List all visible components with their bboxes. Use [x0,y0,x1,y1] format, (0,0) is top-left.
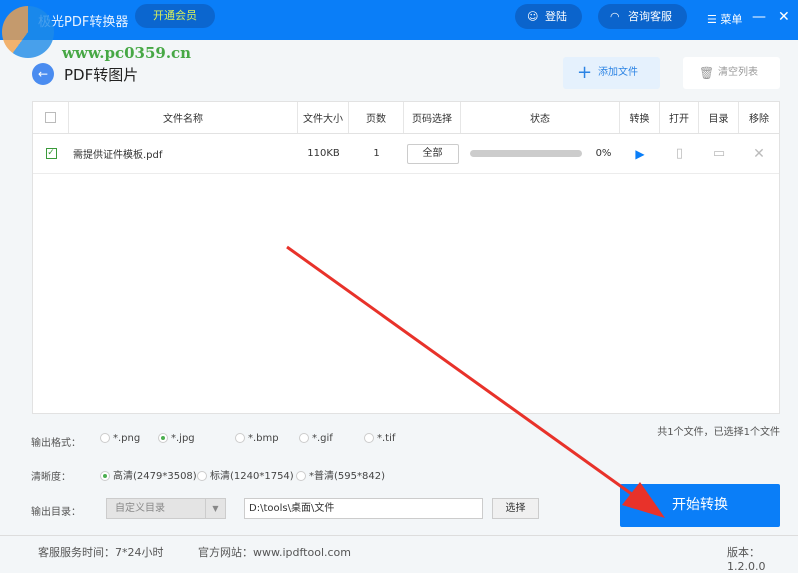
output-mode-select[interactable]: 自定义目录 ▼ [106,498,226,519]
file-name: 需提供证件模板.pdf [73,150,163,161]
clear-list-button[interactable]: 🗑 清空列表 [683,57,780,89]
col-status: 状态 [461,102,620,133]
option-label: *.tif [377,433,396,444]
user-icon: ☺ [527,10,539,23]
quality-option[interactable]: 标清(1240*1754) [197,467,294,482]
title-bar: 极光PDF转换器 开通会员 ☺ 登陆 ◠ 咨询客服 ☰ 菜单 — ✕ [0,0,798,40]
radio-button[interactable] [296,471,306,481]
progress-text: 0% [595,148,612,159]
watermark-logo [2,6,54,58]
add-file-button[interactable]: + 添加文件 [563,57,660,89]
option-label: *.bmp [248,433,279,444]
radio-button[interactable] [100,471,110,481]
quality-option[interactable]: *普清(595*842) [296,467,385,482]
file-count: 共1个文件，已选择1个文件 [657,427,780,438]
menu-icon: ☰ [707,13,721,26]
support-label: 咨询客服 [628,10,672,23]
file-table: 文件名称 文件大小 页数 页码选择 状态 转换 打开 目录 移除 ✓ 需提供证件… [32,101,780,414]
minimize-button[interactable]: — [752,9,766,25]
row-checkbox[interactable]: ✓ [45,148,57,159]
back-button[interactable]: ← [32,63,54,85]
start-convert-button[interactable]: 开始转换 [620,484,780,527]
choose-button[interactable]: 选择 [492,498,539,519]
website: 官方网站：www.ipdftool.com [198,546,351,559]
menu-button[interactable]: ☰ 菜单 [707,11,742,27]
trash-icon: 🗑 [699,66,715,80]
radio-button[interactable] [299,433,309,443]
play-icon[interactable]: ▶ [620,134,660,173]
format-label: 输出格式： [31,438,81,449]
col-open: 打开 [660,102,699,133]
option-label: *.png [113,433,141,444]
chevron-down-icon: ▼ [205,499,225,518]
vip-button[interactable]: 开通会员 [135,4,215,28]
col-folder: 目录 [699,102,739,133]
support-button[interactable]: ◠ 咨询客服 [598,4,687,29]
page-count: 1 [373,148,380,159]
folder-icon[interactable]: ▭ [699,134,739,173]
format-option[interactable]: *.bmp [235,433,279,444]
watermark-text: www.pc0359.cn [62,44,192,62]
remove-icon[interactable]: ✕ [739,134,779,173]
option-label: 高清(2479*3508) [113,471,197,482]
table-row: ✓ 需提供证件模板.pdf 110KB 1 全部 0% ▶ ▯ ▭ ✕ [33,134,779,174]
radio-button[interactable] [100,433,110,443]
radio-button[interactable] [235,433,245,443]
version: 版本：1.2.0.0 [727,546,766,573]
radio-button[interactable] [364,433,374,443]
option-label: *普清(595*842) [309,471,385,482]
format-option[interactable]: *.tif [364,433,395,444]
col-remove: 移除 [749,114,769,125]
service-hours: 客服服务时间：7*24小时 [38,546,164,559]
radio-button[interactable] [158,433,168,443]
add-file-label: 添加文件 [598,67,638,78]
radio-button[interactable] [197,471,207,481]
option-label: *.gif [312,433,333,444]
file-size: 110KB [307,148,340,159]
login-button[interactable]: ☺ 登陆 [515,4,582,29]
output-mode-value: 自定义目录 [115,503,165,514]
format-option[interactable]: *.gif [299,433,333,444]
close-button[interactable]: ✕ [778,9,790,25]
login-label: 登陆 [545,10,567,23]
headset-icon: ◠ [610,10,620,23]
format-option[interactable]: *.jpg [158,433,195,444]
output-label: 输出目录： [31,507,81,518]
open-file-icon[interactable]: ▯ [660,134,699,173]
format-option[interactable]: *.png [100,433,140,444]
page-title: PDF转图片 [64,66,139,84]
col-size: 文件大小 [298,102,349,133]
option-label: 标清(1240*1754) [210,471,294,482]
select-all-checkbox[interactable] [45,112,56,123]
col-page-select: 页码选择 [404,102,461,133]
footer: 客服服务时间：7*24小时 官方网站：www.ipdftool.com 版本：1… [0,535,798,573]
plus-icon: + [577,62,593,83]
quality-label: 清晰度： [31,472,71,483]
output-path-input[interactable]: D:\tools\桌面\文件 [244,498,483,519]
page-select-button[interactable]: 全部 [406,143,459,164]
quality-option[interactable]: 高清(2479*3508) [100,467,197,482]
table-header: 文件名称 文件大小 页数 页码选择 状态 转换 打开 目录 移除 [33,102,779,134]
col-pages: 页数 [349,102,404,133]
clear-list-label: 清空列表 [718,67,758,78]
progress-bar [469,150,582,157]
menu-label: 菜单 [720,13,743,26]
option-label: *.jpg [171,433,195,444]
col-convert: 转换 [620,102,660,133]
col-name: 文件名称 [69,102,298,133]
